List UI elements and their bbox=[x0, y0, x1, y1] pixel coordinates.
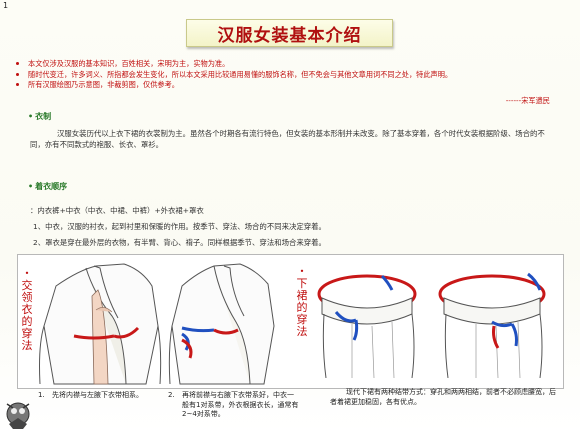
page-title: 汉服女装基本介绍 bbox=[217, 25, 362, 46]
title-box: 汉服女装基本介绍 bbox=[186, 19, 393, 47]
caption-1-number: 1. bbox=[38, 391, 45, 399]
caption-3: 现代下裙有两种结带方式：穿孔和两两相结，前者不必顾虑腰宽，后者着裙更加稳固，各有… bbox=[330, 388, 556, 406]
section-heading-dressing-order: • 着衣顺序 bbox=[28, 182, 68, 191]
jacket-step1-drawing bbox=[39, 263, 162, 385]
bullet-icon: • bbox=[28, 182, 34, 191]
decorative-logo-icon bbox=[6, 402, 30, 429]
bullet-icon bbox=[16, 83, 19, 86]
garment-description: 汉服女装历代以上衣下裙的衣裳制为主。虽然各个时期各有流行特色，但女装的基本形制并… bbox=[30, 129, 545, 149]
bullet-icon bbox=[16, 72, 19, 76]
label-cross-collar: • 交领衣的穿法 bbox=[21, 269, 33, 352]
jacket-step2-drawing bbox=[168, 263, 275, 385]
section-heading-garment: • 衣制 bbox=[28, 112, 52, 121]
page-number: 1 bbox=[3, 1, 9, 10]
caption-2-number: 2. bbox=[168, 391, 175, 399]
bullet-icon bbox=[16, 62, 19, 65]
note-item: 所有汉服绘图乃示意图，非裁剪图，仅供参考。 bbox=[14, 80, 566, 91]
bullet-icon: • bbox=[24, 269, 30, 278]
skirt-tie-method-1-drawing bbox=[317, 274, 417, 378]
note-item: 随时代变迁，许多词义、所指都会发生变化，所以本文采用比较通用易懂的服饰名称，但不… bbox=[14, 70, 566, 81]
caption-2: 再将前襟与右腋下衣带系好，中衣一般有1对系带，外衣根据衣长，通常有2~4对系带。 bbox=[182, 391, 299, 419]
dressing-step-2: 2、罩衣是穿在最外层的衣物，有半臂、背心、褙子。同样根据季节、穿法和场合来穿着。 bbox=[33, 238, 326, 247]
skirt-tie-method-2-drawing bbox=[438, 272, 546, 378]
dressing-order-formula: ：内衣裤+中衣（中衣、中裙、中裤）+外衣裙+罩衣 bbox=[30, 206, 204, 215]
disclaimer-notes: 本文仅涉及汉服的基本知识，百姓相关，宋明为主，实物为准。 随时代变迁，许多词义、… bbox=[14, 59, 566, 91]
bullet-icon: • bbox=[299, 267, 305, 276]
dressing-step-1: 1、中衣，汉服的衬衣，起到衬里和保暖的作用。按季节、穿法、场合的不同来决定穿着。 bbox=[33, 222, 326, 231]
bullet-icon: • bbox=[28, 112, 34, 121]
author-signature: ------宋军遗民 bbox=[505, 96, 550, 105]
caption-1: 先将内襟与左腋下衣带相系。 bbox=[52, 391, 143, 399]
note-item: 本文仅涉及汉服的基本知识，百姓相关，宋明为主，实物为准。 bbox=[14, 59, 566, 70]
label-skirt: • 下裙的穿法 bbox=[296, 267, 308, 338]
